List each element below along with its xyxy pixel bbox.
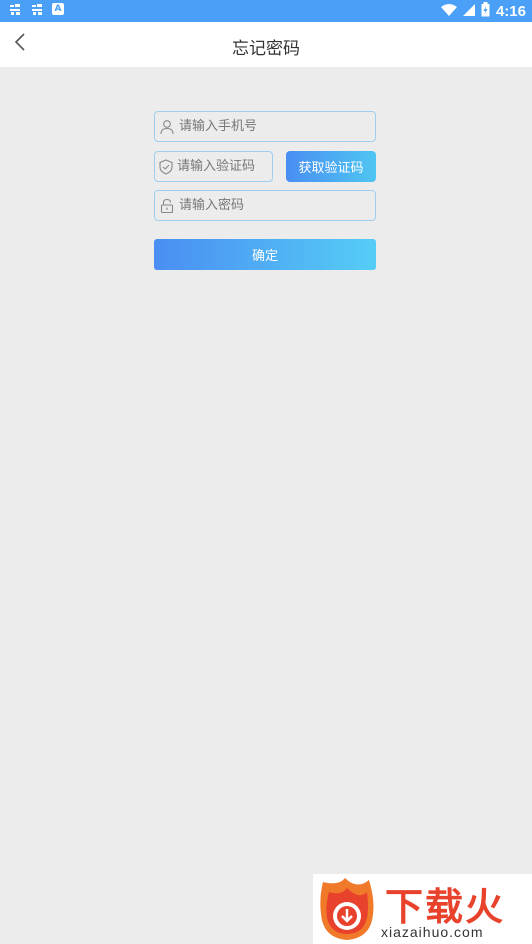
a-icon: A [52,3,64,15]
status-right-icons: 4:16 [440,2,526,21]
notification-icon [30,2,44,16]
wifi-icon [440,3,457,21]
notification-icon [8,2,22,16]
confirm-button[interactable]: 确定 [154,239,376,270]
user-icon [158,118,176,136]
phone-field[interactable] [154,111,376,142]
status-left-icons: A [8,2,64,16]
status-time: 4:16 [495,3,526,20]
watermark-url: xiazaihuo.com [381,924,484,940]
flame-logo-icon [317,876,379,942]
watermark-brand: 下载火 [385,885,506,929]
shield-icon [158,158,174,176]
lock-icon [158,197,176,215]
watermark: 下载火 xiazaihuo.com [313,874,532,944]
verification-code-field[interactable] [154,151,347,182]
phone-input[interactable] [179,112,375,141]
app-header: 忘记密码 [0,22,532,67]
get-code-button[interactable]: 获取验证码 [286,151,376,182]
signal-icon [462,3,475,21]
page-title: 忘记密码 [232,39,300,59]
battery-icon [481,2,490,21]
password-input[interactable] [179,191,375,220]
password-field[interactable] [154,190,376,221]
status-bar: A 4:16 [0,0,532,22]
